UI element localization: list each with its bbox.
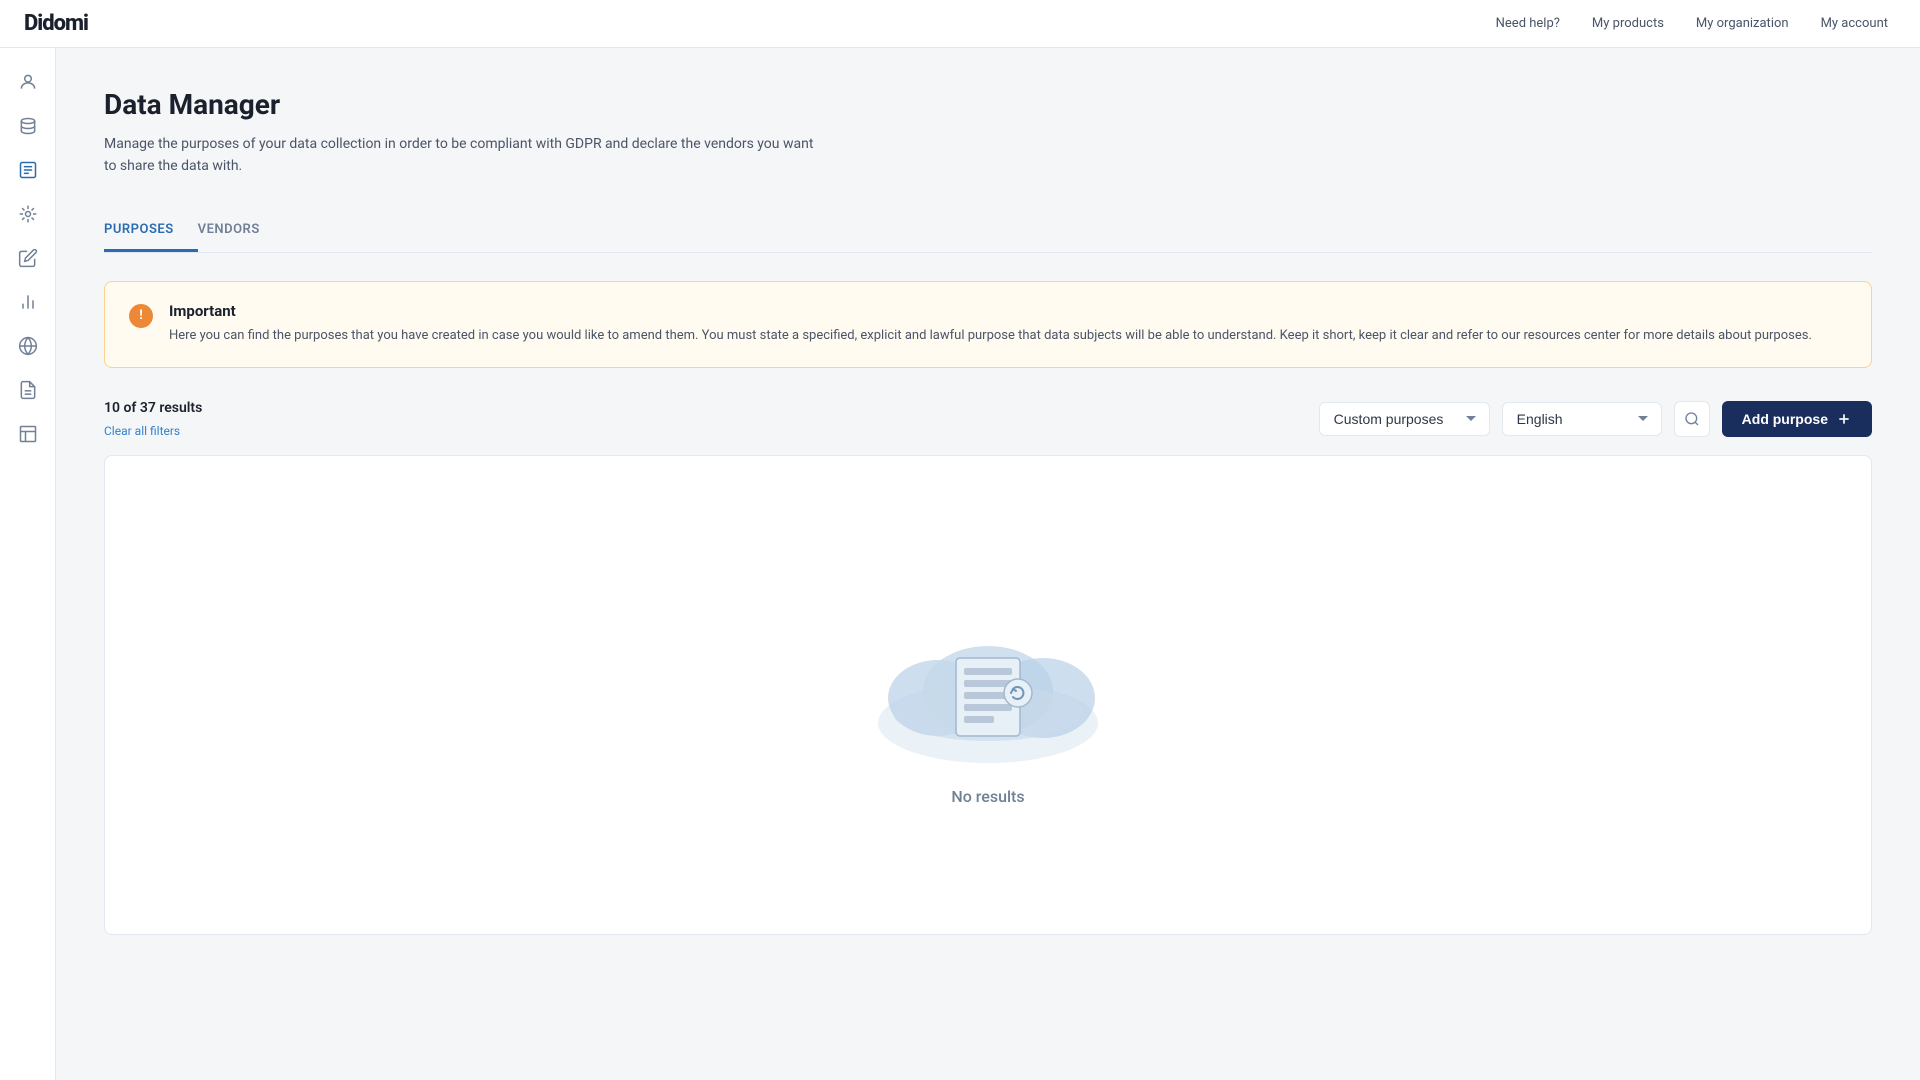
my-products-link[interactable]: My products	[1592, 16, 1664, 31]
sidebar-edit-icon[interactable]	[10, 240, 46, 276]
custom-purposes-dropdown[interactable]: Custom purposes All purposes Standard pu…	[1319, 402, 1490, 436]
sidebar-users-icon[interactable]	[10, 64, 46, 100]
add-purpose-button[interactable]: Add purpose	[1722, 401, 1872, 437]
main-content: Data Manager Manage the purposes of your…	[56, 48, 1920, 1080]
top-nav-links: Need help? My products My organization M…	[1496, 16, 1888, 31]
empty-illustration	[858, 583, 1118, 767]
sidebar-building-icon[interactable]	[10, 416, 46, 452]
language-dropdown[interactable]: English French Spanish German	[1502, 402, 1662, 436]
my-organization-link[interactable]: My organization	[1696, 16, 1789, 31]
need-help-link[interactable]: Need help?	[1496, 16, 1560, 31]
sidebar-globe-icon[interactable]	[10, 328, 46, 364]
sidebar-chart-icon[interactable]	[10, 284, 46, 320]
content-area: No results	[104, 455, 1872, 935]
tab-vendors[interactable]: VENDORS	[198, 210, 284, 252]
toolbar: 10 of 37 results Clear all filters Custo…	[104, 400, 1872, 439]
sidebar	[0, 48, 56, 1080]
my-account-link[interactable]: My account	[1821, 16, 1888, 31]
tab-purposes[interactable]: PURPOSES	[104, 210, 198, 252]
sidebar-reports-icon[interactable]	[10, 372, 46, 408]
top-nav: Didomi Need help? My products My organiz…	[0, 0, 1920, 48]
plus-icon	[1836, 411, 1852, 427]
tabs-container: PURPOSES VENDORS	[104, 210, 1872, 253]
info-content: Important Here you can find the purposes…	[169, 302, 1812, 347]
brand-logo: Didomi	[24, 11, 88, 36]
search-icon	[1684, 411, 1700, 427]
info-title: Important	[169, 302, 1812, 320]
clear-filters-link[interactable]: Clear all filters	[104, 424, 180, 438]
sidebar-integrations-icon[interactable]	[10, 196, 46, 232]
info-text: Here you can find the purposes that you …	[169, 326, 1812, 347]
page-title: Data Manager	[104, 88, 1872, 121]
no-results-text: No results	[951, 787, 1024, 806]
info-icon: !	[129, 304, 153, 328]
sidebar-list-icon[interactable]	[10, 152, 46, 188]
results-count: 10 of 37 results	[104, 400, 202, 416]
results-info: 10 of 37 results Clear all filters	[104, 400, 202, 439]
page-description: Manage the purposes of your data collect…	[104, 133, 824, 178]
sidebar-database-icon[interactable]	[10, 108, 46, 144]
info-banner: ! Important Here you can find the purpos…	[104, 281, 1872, 368]
no-results-illustration	[858, 583, 1118, 763]
toolbar-actions: Custom purposes All purposes Standard pu…	[1319, 401, 1872, 437]
search-button[interactable]	[1674, 401, 1710, 437]
